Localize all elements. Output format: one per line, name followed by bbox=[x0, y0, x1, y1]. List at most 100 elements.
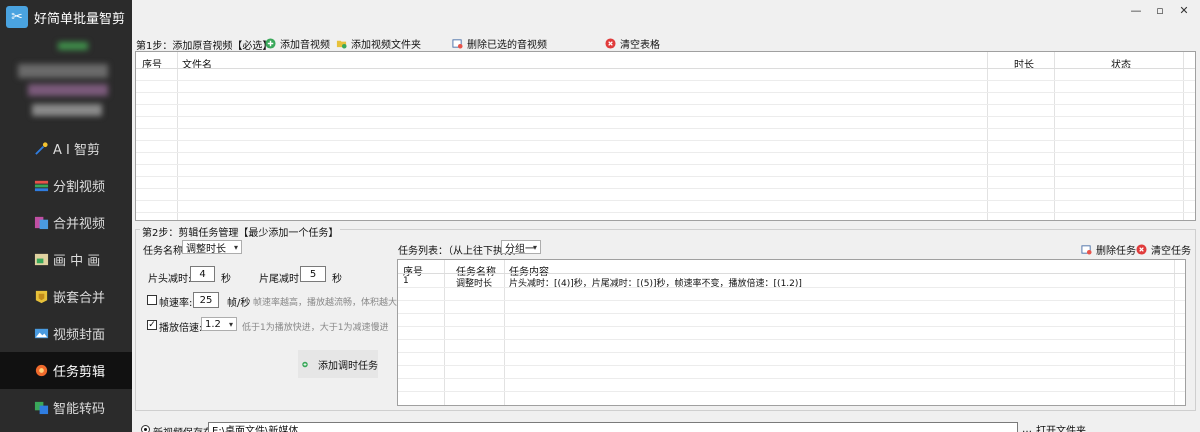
plus-circle-icon bbox=[302, 361, 308, 367]
tail-trim-label: 片尾减时: bbox=[259, 274, 303, 285]
column-divider bbox=[1174, 260, 1175, 405]
row-line bbox=[398, 352, 1185, 353]
app-title: 好简单批量智剪 bbox=[34, 11, 126, 27]
row-line bbox=[136, 164, 1195, 165]
task-name-value: 调整时长 bbox=[186, 243, 226, 255]
save-path-input[interactable]: E:\桌面文件\新媒体 bbox=[208, 422, 1018, 432]
clear-tasks-button[interactable]: 清空任务 bbox=[1136, 242, 1191, 257]
column-divider bbox=[177, 52, 178, 220]
sidebar-item-merge-video[interactable]: 合并视频 bbox=[0, 204, 132, 241]
merge-film-icon bbox=[34, 216, 49, 230]
sidebar: ✂ 好简单批量智剪 A I 智剪 分割视频 合并视频 画 中 画 嵌套合并 视频… bbox=[0, 0, 132, 432]
task-row[interactable]: 1 调整时长 片头减时：[(4)]秒，片尾减时：[(5)]秒，帧速率不变，播放倍… bbox=[398, 274, 1174, 289]
speed-value: 1.2 bbox=[205, 318, 221, 330]
add-media-button[interactable]: 添加音视频 bbox=[265, 36, 330, 51]
close-button[interactable]: ✕ bbox=[1175, 4, 1193, 18]
head-trim-unit: 秒 bbox=[221, 274, 231, 285]
task-gear-icon bbox=[35, 364, 48, 377]
row-line bbox=[398, 300, 1185, 301]
sidebar-item-nest-merge[interactable]: 嵌套合并 bbox=[0, 278, 132, 315]
chevron-down-icon: ▾ bbox=[233, 243, 238, 252]
sidebar-item-label: 任务剪辑 bbox=[53, 365, 106, 380]
add-media-label: 添加音视频 bbox=[280, 40, 330, 51]
speed-hint: 低于1为播放快进，大于1为减速慢进 bbox=[242, 323, 389, 333]
row-line bbox=[136, 104, 1195, 105]
row-line bbox=[136, 80, 1195, 81]
tail-trim-input[interactable]: 5 bbox=[300, 266, 326, 282]
group-value: 分组一 bbox=[505, 243, 535, 255]
radio-dot bbox=[144, 428, 147, 431]
speed-checkbox[interactable]: ✓ bbox=[147, 320, 157, 330]
group-select[interactable]: 分组一 ▾ bbox=[501, 240, 541, 255]
app-window: ✂ 好简单批量智剪 A I 智剪 分割视频 合并视频 画 中 画 嵌套合并 视频… bbox=[0, 0, 1200, 432]
row-line bbox=[136, 200, 1195, 201]
sidebar-item-task-clip[interactable]: 任务剪辑 bbox=[0, 352, 132, 389]
frame-rate-input[interactable]: 25 bbox=[193, 292, 219, 308]
add-folder-button[interactable]: 添加视频文件夹 bbox=[336, 36, 421, 51]
task-table[interactable]: 序号 任务名称 任务内容 1 调整时长 片头减时：[(4)]秒，片尾减时：[(5… bbox=[397, 259, 1186, 406]
step2-title: 第2步：剪辑任务管理【最少添加一个任务】 bbox=[140, 224, 341, 239]
row-line bbox=[136, 140, 1195, 141]
frame-rate-hint: 帧速率越高，播放越流畅，体积越大 bbox=[253, 298, 398, 308]
add-task-button[interactable]: 添加调时任务 bbox=[298, 350, 378, 378]
clear-x-icon bbox=[605, 38, 616, 49]
minimize-button[interactable]: — bbox=[1127, 4, 1145, 18]
frame-rate-unit: 帧/秒 bbox=[227, 298, 251, 309]
head-trim-label: 片头减时: bbox=[148, 274, 192, 285]
sidebar-item-smart-transcode[interactable]: 智能转码 bbox=[0, 389, 132, 426]
maximize-button[interactable]: ▫ bbox=[1151, 4, 1169, 18]
delete-task-button[interactable]: 删除任务 bbox=[1081, 242, 1136, 257]
save-location-radio[interactable] bbox=[141, 425, 150, 432]
task-name-label: 任务名称: bbox=[143, 246, 187, 257]
row-line bbox=[398, 365, 1185, 366]
clear-table-button[interactable]: 清空表格 bbox=[605, 36, 660, 51]
nest-merge-icon bbox=[35, 290, 48, 304]
sidebar-item-label: A I 智剪 bbox=[53, 143, 100, 158]
transcode-icon bbox=[34, 401, 49, 415]
picture-in-picture-icon bbox=[34, 253, 49, 266]
sidebar-item-label: 视频封面 bbox=[53, 328, 106, 343]
row-line bbox=[136, 128, 1195, 129]
sidebar-item-label: 嵌套合并 bbox=[53, 291, 106, 306]
column-divider bbox=[1183, 52, 1184, 220]
blurred-user-info bbox=[8, 42, 118, 122]
column-divider bbox=[987, 52, 988, 220]
save-location-label: 新视频保存在: bbox=[153, 424, 216, 432]
plus-circle-icon bbox=[265, 38, 276, 49]
row-line bbox=[136, 176, 1195, 177]
sidebar-item-label: 画 中 画 bbox=[53, 254, 101, 269]
chevron-down-icon: ▾ bbox=[228, 320, 233, 329]
frame-rate-label: 帧速率: bbox=[159, 298, 193, 309]
delete-selected-button[interactable]: 删除已选的音视频 bbox=[452, 36, 547, 51]
media-table[interactable]: 序号 文件名 时长 状态 bbox=[135, 51, 1196, 221]
split-film-icon bbox=[34, 180, 49, 192]
row-line bbox=[398, 313, 1185, 314]
ellipsis-icon[interactable]: … bbox=[1022, 424, 1032, 432]
sidebar-item-ai-clip[interactable]: A I 智剪 bbox=[0, 130, 132, 167]
add-task-label: 添加调时任务 bbox=[318, 360, 378, 372]
row-line bbox=[136, 152, 1195, 153]
task-name-select[interactable]: 调整时长 ▾ bbox=[182, 240, 242, 255]
column-divider bbox=[1054, 52, 1055, 220]
delete-file-icon bbox=[1081, 245, 1092, 255]
sidebar-item-split-video[interactable]: 分割视频 bbox=[0, 167, 132, 204]
sidebar-item-video-cover[interactable]: 视频封面 bbox=[0, 315, 132, 352]
row-line bbox=[136, 116, 1195, 117]
app-logo-icon: ✂ bbox=[6, 6, 28, 28]
sidebar-item-label: 智能转码 bbox=[53, 402, 106, 417]
video-cover-icon bbox=[34, 328, 49, 339]
header-divider bbox=[136, 68, 1195, 69]
row-line bbox=[398, 287, 1185, 288]
clear-table-label: 清空表格 bbox=[620, 40, 660, 51]
row-line bbox=[136, 212, 1195, 213]
open-folder-button[interactable]: 打开文件夹 bbox=[1036, 422, 1086, 432]
clear-tasks-label: 清空任务 bbox=[1151, 246, 1191, 257]
row-line bbox=[398, 378, 1185, 379]
tail-trim-unit: 秒 bbox=[332, 274, 342, 285]
head-trim-input[interactable]: 4 bbox=[190, 266, 215, 282]
folder-add-icon bbox=[336, 40, 347, 49]
speed-select[interactable]: 1.2 ▾ bbox=[201, 317, 237, 331]
sidebar-item-picture-in-picture[interactable]: 画 中 画 bbox=[0, 241, 132, 278]
clear-x-icon bbox=[1136, 244, 1147, 255]
frame-rate-checkbox[interactable] bbox=[147, 295, 157, 305]
